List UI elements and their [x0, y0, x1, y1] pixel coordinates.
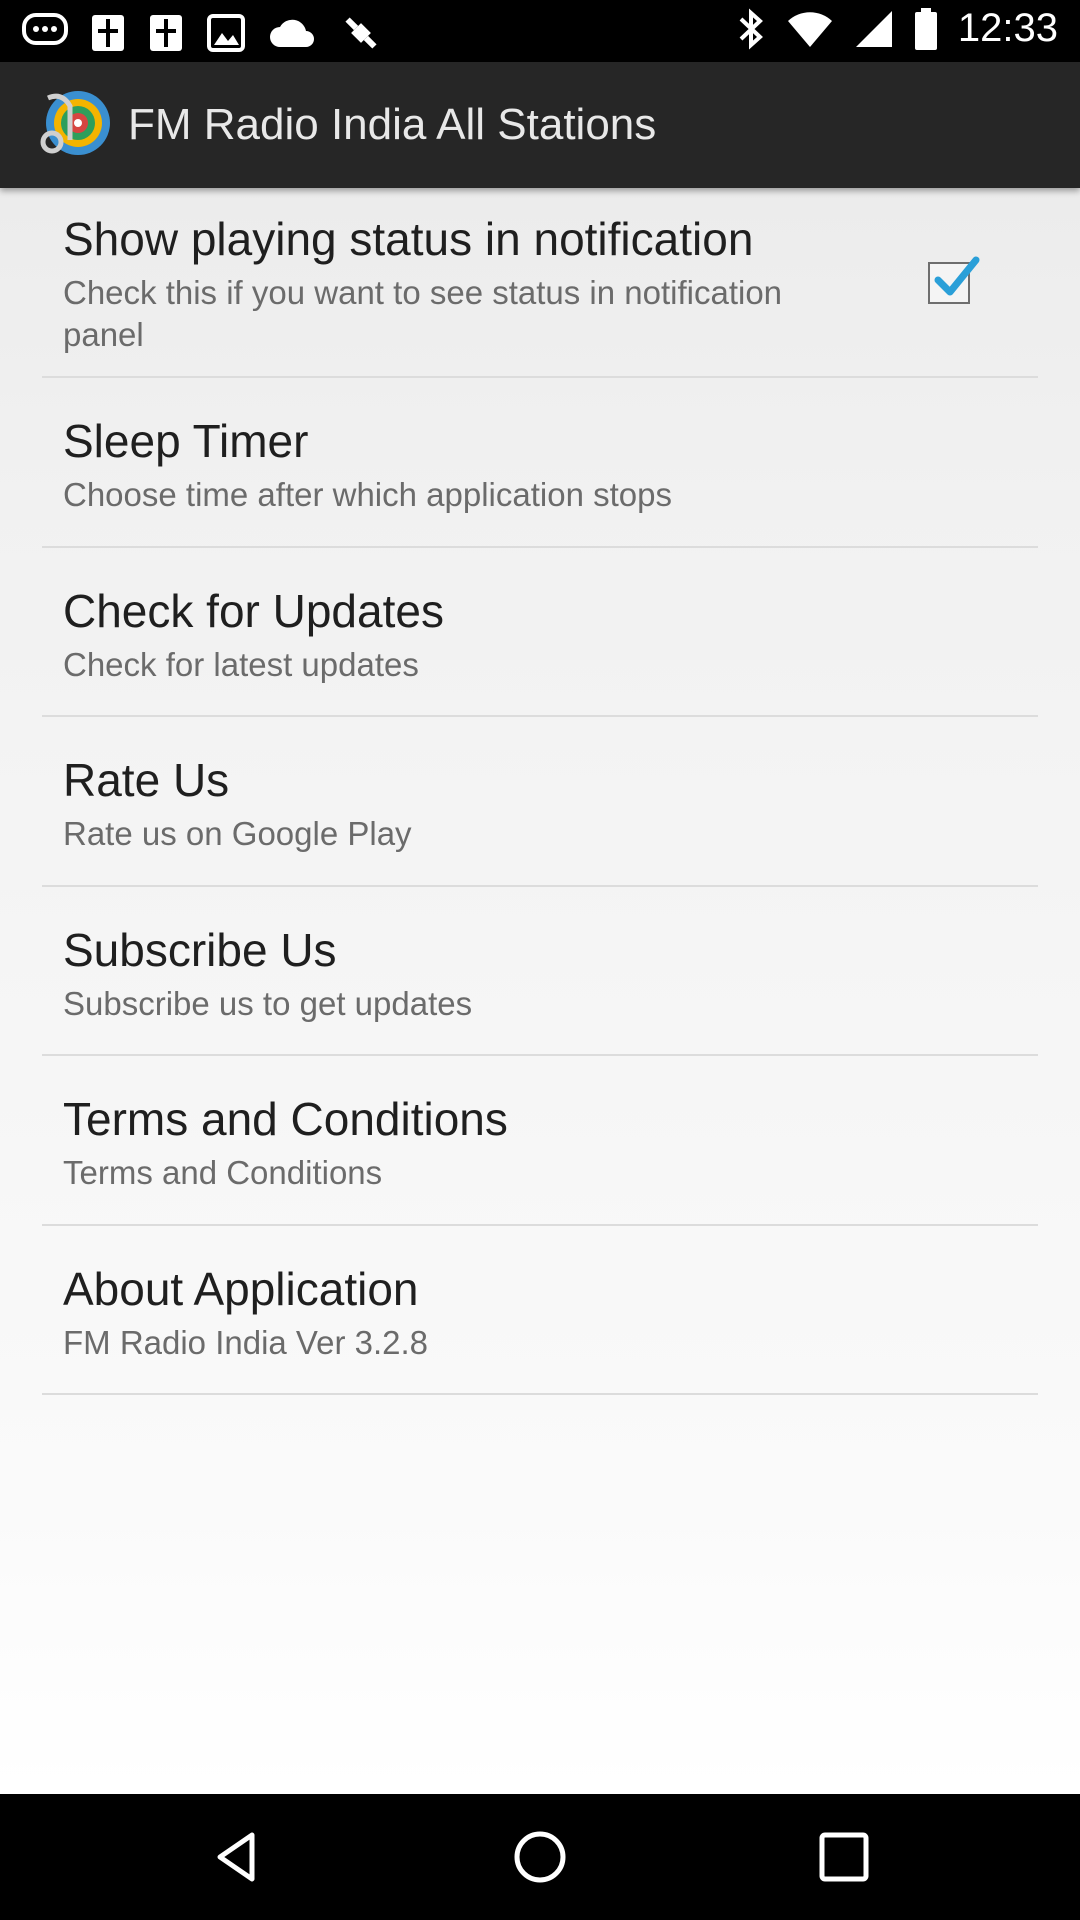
pref-about-application[interactable]: About Application FM Radio India Ver 3.2…	[42, 1226, 1038, 1395]
radio-app-icon	[40, 91, 110, 155]
chat-bubble-icon	[22, 13, 68, 45]
pref-title: Subscribe Us	[63, 924, 337, 976]
pref-summary: FM Radio India Ver 3.2.8	[63, 1324, 429, 1361]
pref-summary: Rate us on Google Play	[63, 815, 412, 852]
recents-icon[interactable]	[814, 1827, 874, 1887]
back-icon[interactable]	[206, 1827, 266, 1887]
wifi-icon	[787, 11, 832, 47]
pref-title: Sleep Timer	[63, 415, 309, 467]
pref-summary: Subscribe us to get updates	[63, 985, 473, 1022]
fake-gps-icon	[345, 17, 377, 49]
pref-terms-and-conditions[interactable]: Terms and Conditions Terms and Condition…	[42, 1056, 1038, 1226]
bluetooth-icon	[739, 8, 763, 49]
cloud-icon	[270, 19, 314, 47]
home-icon[interactable]	[510, 1827, 570, 1887]
navigation-bar	[0, 1794, 1080, 1920]
pref-subscribe-us[interactable]: Subscribe Us Subscribe us to get updates	[42, 887, 1038, 1056]
notification-icons	[22, 10, 384, 56]
pref-title: About Application	[63, 1263, 419, 1315]
signal-icon	[855, 10, 892, 47]
app-bar: FM Radio India All Stations	[0, 62, 1080, 188]
phone-icon	[150, 15, 182, 51]
pref-summary: Check this if you want to see status in …	[63, 274, 783, 353]
pref-check-for-updates[interactable]: Check for Updates Check for latest updat…	[42, 548, 1038, 717]
checkmark-icon	[934, 256, 980, 296]
app-title: FM Radio India All Stations	[128, 100, 657, 149]
pref-title: Check for Updates	[63, 585, 444, 637]
pref-show-playing-status[interactable]: Show playing status in notification Chec…	[42, 188, 1038, 378]
notification-status-checkbox[interactable]	[928, 256, 980, 304]
battery-icon	[914, 7, 937, 50]
pref-rate-us[interactable]: Rate Us Rate us on Google Play	[42, 717, 1038, 887]
phone-icon	[92, 15, 124, 51]
settings-list: Show playing status in notification Chec…	[0, 188, 1080, 1395]
pref-title: Rate Us	[63, 754, 230, 806]
system-status: 12:33	[736, 6, 1058, 51]
pref-summary: Choose time after which application stop…	[63, 476, 672, 513]
pref-summary: Terms and Conditions	[63, 1154, 383, 1191]
pref-summary: Check for latest updates	[63, 646, 419, 683]
pref-sleep-timer[interactable]: Sleep Timer Choose time after which appl…	[42, 378, 1038, 548]
image-icon	[207, 14, 245, 52]
pref-title: Show playing status in notification	[63, 213, 754, 265]
status-bar: 12:33	[0, 0, 1080, 62]
status-time: 12:33	[957, 6, 1058, 50]
pref-title: Terms and Conditions	[63, 1093, 508, 1145]
